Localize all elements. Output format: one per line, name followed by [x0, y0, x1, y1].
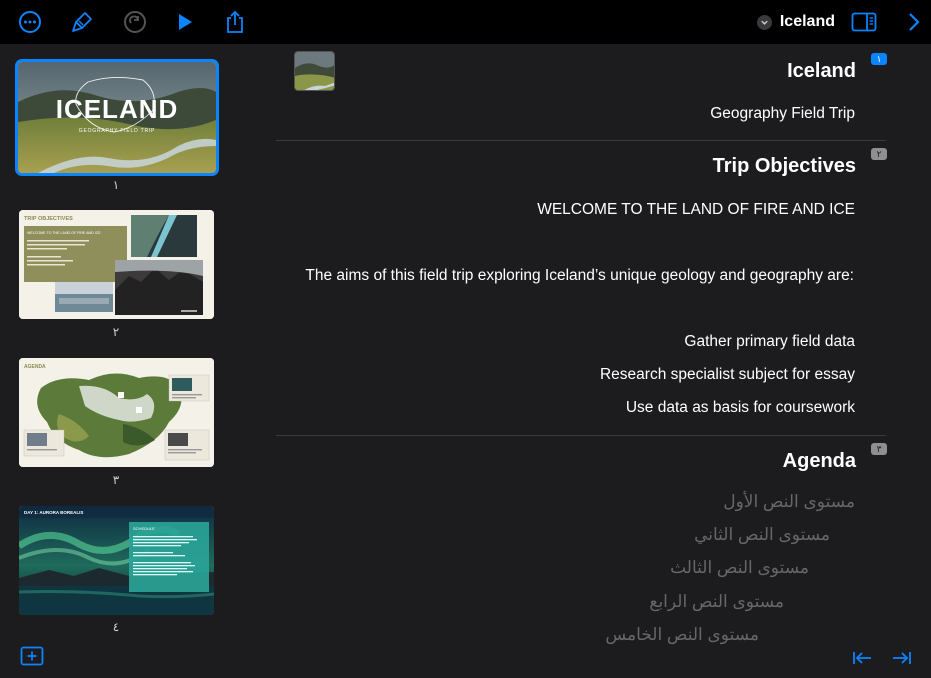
- outline-slide-2-title[interactable]: Trip Objectives: [713, 155, 856, 178]
- outline-slide-3-line-1[interactable]: مستوى النص الأول: [723, 492, 855, 512]
- outline-slide-1-line-1[interactable]: Geography Field Trip: [710, 105, 855, 123]
- slide-number-2: ٢: [112, 325, 120, 339]
- slide-2-box-title: WELCOME TO THE LAND OF FIRE AND ICE: [27, 231, 101, 235]
- slide-thumbnail-2[interactable]: TRIP OBJECTIVES WELCOME TO THE LAND OF F…: [19, 210, 214, 319]
- outline-slide-3-line-2[interactable]: مستوى النص الثاني: [694, 525, 830, 545]
- document-title-menu[interactable]: Iceland: [756, 10, 835, 34]
- share-icon[interactable]: [221, 8, 249, 36]
- slide-4-heading: DAY 1: AURORA BOREALIS: [24, 510, 83, 515]
- slide-3-image: AGENDA: [19, 358, 214, 467]
- redo-icon[interactable]: [121, 8, 149, 36]
- slide-number-1: ١: [112, 178, 120, 192]
- slide-1-title-art: ICELAND: [56, 94, 179, 124]
- outline-slide-badge-3: ٣: [871, 443, 887, 455]
- toolbar: Iceland: [0, 0, 931, 44]
- slide-3-heading: AGENDA: [24, 364, 46, 370]
- more-icon[interactable]: [16, 8, 44, 36]
- slide-4-image: DAY 1: AURORA BOREALIS SCHEDULE: [19, 506, 214, 615]
- outline-slide-badge-1: ١: [871, 53, 887, 65]
- outline-slide-thumbnail-1[interactable]: [294, 51, 335, 91]
- outline-slide-2-line-5[interactable]: Use data as basis for coursework: [626, 399, 855, 417]
- slide-number-4: ٤: [112, 620, 120, 634]
- slide-4-box-title: SCHEDULE: [133, 526, 155, 531]
- outline-slide-3-title[interactable]: Agenda: [783, 450, 856, 473]
- slide-navigator: ICELAND GEOGRAPHY FIELD TRIP ١ TRIP OBJE…: [0, 44, 232, 678]
- slide-thumbnail-4[interactable]: DAY 1: AURORA BOREALIS SCHEDULE: [19, 506, 214, 615]
- slide-number-3: ٣: [112, 473, 120, 487]
- sidebar-bottom-bar: [0, 638, 232, 678]
- outline-slide-2-line-1[interactable]: WELCOME TO THE LAND OF FIRE AND ICE: [537, 201, 855, 219]
- format-brush-icon[interactable]: [68, 8, 96, 36]
- outline-separator: [276, 435, 886, 436]
- outline-slide-2-line-2[interactable]: The aims of this field trip exploring Ic…: [305, 267, 854, 285]
- outline-slide-3-line-3[interactable]: مستوى النص الثالث: [670, 558, 809, 578]
- indent-icon[interactable]: [892, 646, 912, 670]
- outline-view: ١ Iceland Geography Field Trip ٢ Trip Ob…: [232, 44, 931, 678]
- outline-slide-2-line-3[interactable]: Gather primary field data: [684, 333, 855, 351]
- slide-1-subtitle-art: GEOGRAPHY FIELD TRIP: [79, 128, 155, 134]
- slide-thumbnail-3[interactable]: AGENDA: [19, 358, 214, 467]
- slide-2-heading: TRIP OBJECTIVES: [24, 216, 73, 222]
- slide-1-image: ICELAND GEOGRAPHY FIELD TRIP: [18, 62, 216, 173]
- outline-separator: [276, 140, 886, 141]
- outline-slide-3-line-4[interactable]: مستوى النص الرابع: [649, 592, 784, 612]
- outdent-icon[interactable]: [852, 646, 872, 670]
- add-slide-icon[interactable]: [20, 646, 44, 668]
- slide-2-image: TRIP OBJECTIVES WELCOME TO THE LAND OF F…: [19, 210, 214, 319]
- chevron-down-icon: [756, 14, 772, 30]
- document-title: Iceland: [779, 13, 835, 30]
- slide-thumbnail-1[interactable]: ICELAND GEOGRAPHY FIELD TRIP: [15, 59, 219, 176]
- outline-slide-2-line-4[interactable]: Research specialist subject for essay: [600, 366, 855, 384]
- chevron-right-icon[interactable]: [900, 8, 928, 36]
- outline-slide-3-line-5[interactable]: مستوى النص الخامس: [605, 625, 759, 645]
- play-icon[interactable]: [171, 8, 199, 36]
- outline-slide-1-title[interactable]: Iceland: [787, 60, 856, 83]
- sidebar-toggle-icon[interactable]: [850, 8, 878, 36]
- outline-slide-badge-2: ٢: [871, 148, 887, 160]
